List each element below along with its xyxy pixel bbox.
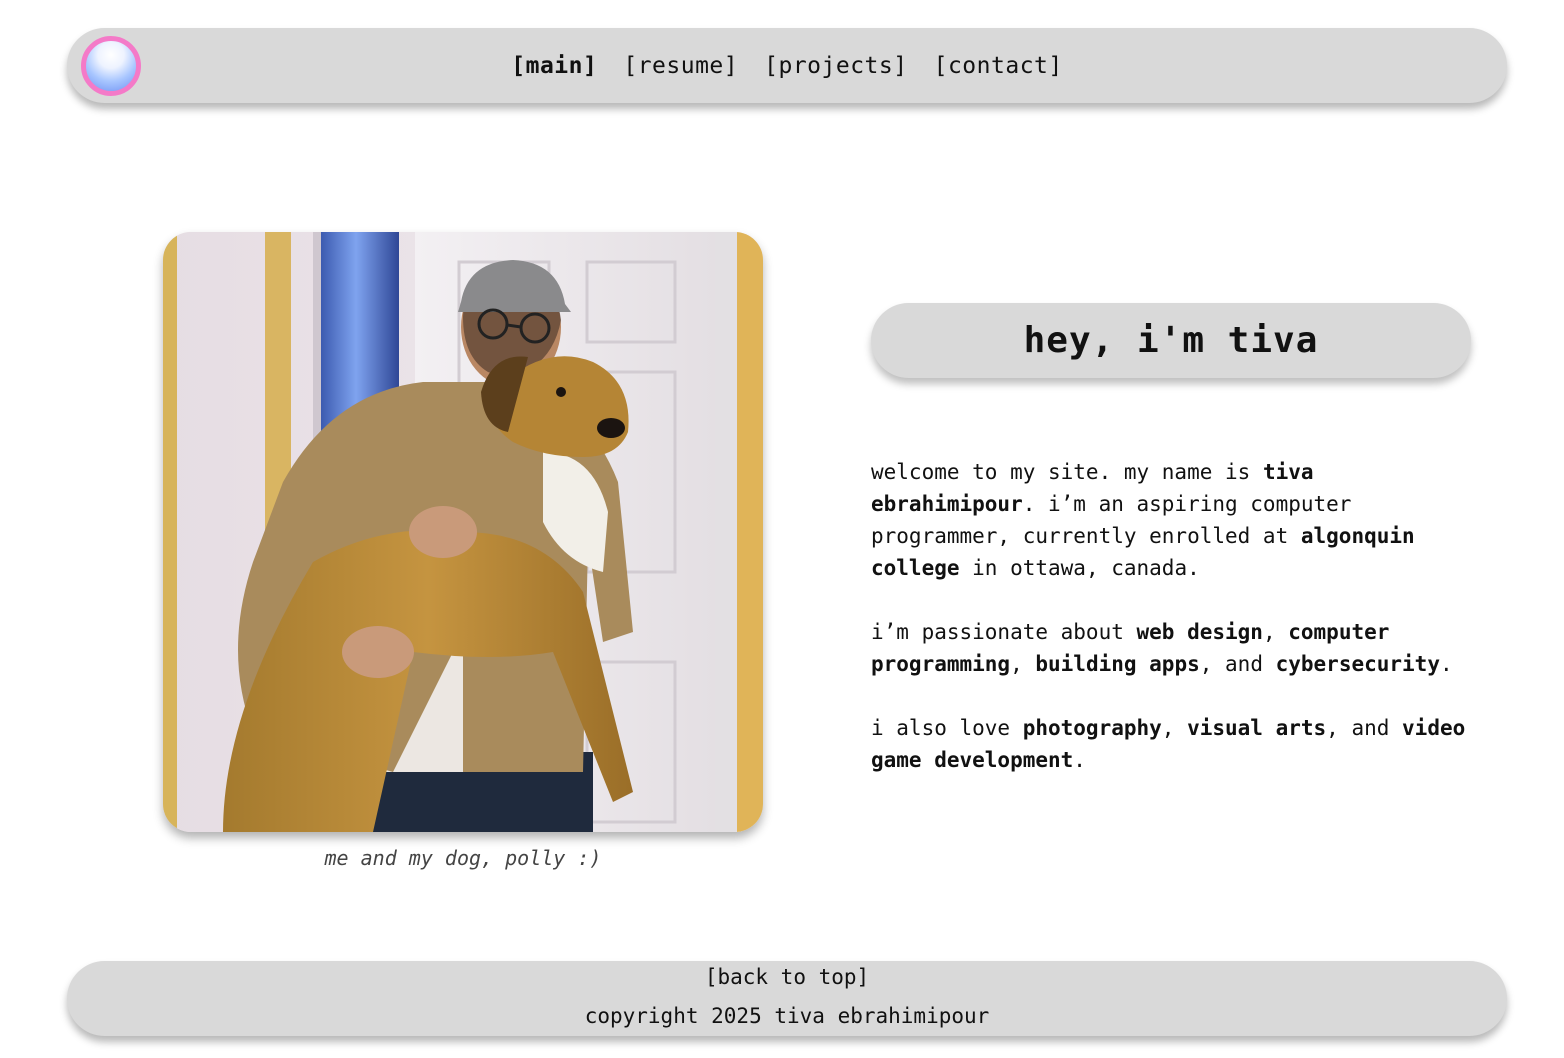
top-navbar: [main] [resume] [projects] [contact] [67,28,1507,103]
footer: [back to top] copyright 2025 tiva ebrahi… [67,961,1507,1036]
nav-link-resume[interactable]: [resume] [623,53,738,79]
hero-banner: hey, i'm tiva [871,303,1471,378]
bio-text-span: , [1262,620,1289,644]
bio-text: welcome to my site. my name is tiva ebra… [871,456,1471,808]
bio-text-span: , [1010,652,1036,676]
bio-text-span: i’m passionate about [871,620,1137,644]
bio-text-span: , [1161,716,1188,740]
page-title: hey, i'm tiva [1023,320,1319,361]
bio-text-span: , and [1326,716,1403,740]
bio-paragraph-intro: welcome to my site. my name is tiva ebra… [871,456,1471,584]
bio-highlight-apps: building apps [1035,652,1200,676]
bio-text-span: welcome to my site. my name is [871,460,1263,484]
bio-text-span: in ottawa, canada. [959,556,1200,580]
bio-highlight-web-design: web design [1136,620,1263,644]
bio-text-span: i also love [871,716,1023,740]
photo-caption: me and my dog, polly :) [324,846,602,870]
nav-link-projects[interactable]: [projects] [764,53,907,79]
bio-highlight-photography: photography [1022,716,1162,740]
copyright-text: copyright 2025 tiva ebrahimipour [584,1004,990,1028]
profile-photo [163,232,763,832]
bio-highlight-cybersecurity: cybersecurity [1275,652,1440,676]
nav-link-main[interactable]: [main] [511,53,597,79]
bio-paragraph-passions: i’m passionate about web design, compute… [871,616,1471,680]
back-to-top-link[interactable]: [back to top] [67,965,1507,989]
bio-text-span: , and [1199,652,1276,676]
nav-link-contact[interactable]: [contact] [934,53,1063,79]
bio-highlight-visual-arts: visual arts [1187,716,1327,740]
bio-paragraph-hobbies: i also love photography, visual arts, an… [871,712,1471,776]
nav-links: [main] [resume] [projects] [contact] [67,28,1507,103]
photo-illustration [163,232,763,832]
bio-text-span: . [1073,748,1086,772]
bio-text-span: . [1439,652,1453,676]
